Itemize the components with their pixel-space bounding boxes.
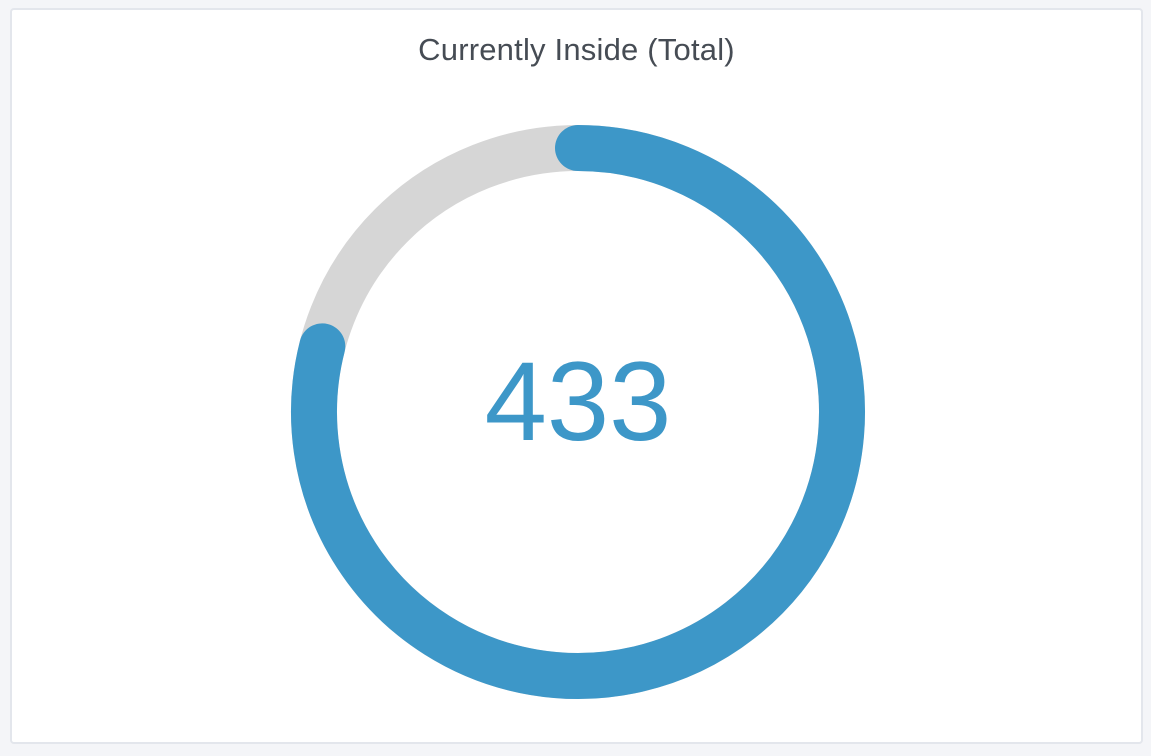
gauge-value: 433 [485, 339, 672, 464]
gauge-chart: 433 [291, 125, 865, 699]
